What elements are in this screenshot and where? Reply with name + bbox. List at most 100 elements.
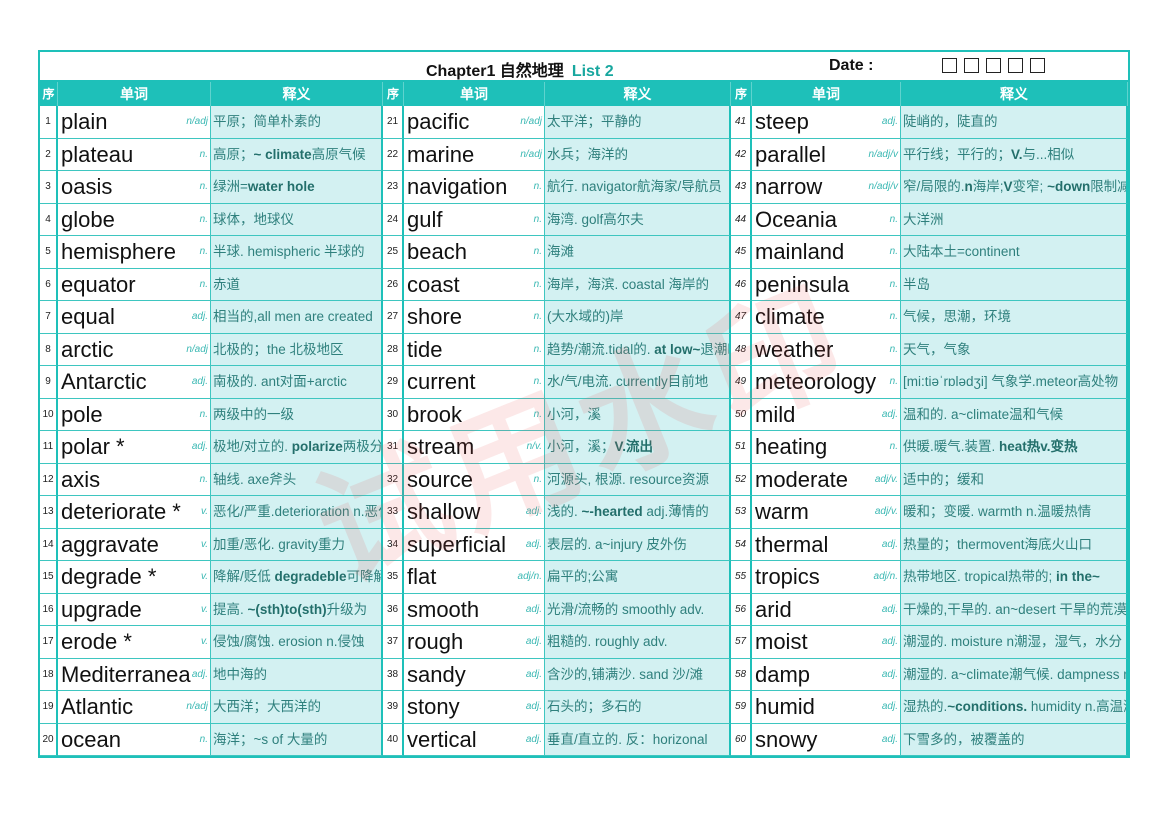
part-of-speech: n/adj/v <box>867 138 898 171</box>
definition-segment: 垂直/直立的. 反：horizonal <box>547 731 708 747</box>
entry-word: stream n/v. <box>404 431 545 464</box>
word-text: shore <box>407 304 463 329</box>
word-text: pacific <box>407 109 470 134</box>
part-of-speech: adj. <box>880 691 898 723</box>
header-def: 释义 <box>545 82 731 106</box>
entry-word: mild adj. <box>752 398 901 431</box>
definition-segment: 海岸，海滨. coastal 海岸的 <box>547 276 710 292</box>
word-text: pole <box>61 401 103 427</box>
part-of-speech: n/adj <box>185 691 208 723</box>
entry-word: shallow adj. <box>404 496 545 529</box>
word-text: polar * <box>61 434 125 459</box>
entry-number: 37 <box>383 626 404 659</box>
definition-segment: 轴线. axe斧头 <box>213 471 297 487</box>
definition-segment: [mi:tiəˈrɒlədʒi] 气象学.meteor高处物 <box>903 374 1119 389</box>
definition-segment: ~ climate <box>253 146 312 162</box>
entry-definition: 海洋；~s of 大量的 <box>211 723 383 756</box>
entry-number: 29 <box>383 366 404 399</box>
part-of-speech: n/v. <box>525 431 542 463</box>
entry-word: polar * adj. <box>58 431 211 464</box>
entry-number: 43 <box>731 171 752 204</box>
entry-number: 32 <box>383 463 404 496</box>
date-checkboxes <box>942 58 1045 73</box>
definition-segment: ~(sth)to(sth) <box>247 601 327 617</box>
date-checkbox[interactable] <box>1008 58 1023 73</box>
part-of-speech: adj. <box>190 431 208 463</box>
entry-word: snowy adj. <box>752 723 901 756</box>
word-text: source <box>407 466 474 492</box>
part-of-speech: v. <box>199 593 208 626</box>
part-of-speech: adj. <box>880 528 898 561</box>
definition-segment: 大洋洲 <box>903 211 944 227</box>
part-of-speech: adj. <box>524 528 542 561</box>
entry-definition: 热带地区. tropical热带的; in the~ <box>901 561 1128 594</box>
entry-word: marine n/adj <box>404 138 545 171</box>
part-of-speech: n. <box>198 398 208 431</box>
entry-definition: 降解/贬低 degradeble可降解 <box>211 561 383 594</box>
entry-definition: 温和的. a~climate温和气候 <box>901 398 1128 431</box>
definition-segment: 北极的；the 北极地区 <box>213 341 344 357</box>
part-of-speech: n/adj <box>519 138 542 171</box>
word-text: smooth <box>407 596 480 622</box>
entry-word: upgrade v. <box>58 593 211 626</box>
date-checkbox[interactable] <box>986 58 1001 73</box>
entry-number: 38 <box>383 658 404 691</box>
entry-word: weather n. <box>752 333 901 366</box>
entry-number: 35 <box>383 561 404 594</box>
entry-number: 21 <box>383 106 404 139</box>
entry-number: 10 <box>40 398 58 431</box>
word-text: axis <box>61 466 101 492</box>
entry-number: 47 <box>731 301 752 334</box>
entry-word: parallel n/adj/v <box>752 138 901 171</box>
entry-number: 42 <box>731 138 752 171</box>
definition-segment: in the~ <box>1056 569 1100 584</box>
entry-definition: 潮湿的. a~climate潮气候. dampness n. <box>901 658 1128 691</box>
entry-number: 44 <box>731 203 752 236</box>
entry-definition: 石头的；多石的 <box>545 691 731 724</box>
date-checkbox[interactable] <box>964 58 979 73</box>
word-text: arctic <box>61 336 114 362</box>
definition-segment: 两级中的一级 <box>213 406 294 422</box>
entry-word: climate n. <box>752 301 901 334</box>
word-text: superficial <box>407 531 507 557</box>
entry-definition: 球体，地球仪 <box>211 203 383 236</box>
entry-word: heating n. <box>752 431 901 464</box>
entry-number: 41 <box>731 106 752 139</box>
entry-word: steep adj. <box>752 106 901 139</box>
definition-segment: 暖和；变暖. warmth n.温暖热情 <box>903 504 1092 519</box>
part-of-speech: adj/v. <box>873 496 898 528</box>
entry-definition: 太平洋；平静的 <box>545 106 731 139</box>
definition-segment: 半岛 <box>903 276 930 292</box>
definition-segment: 表层的. a~injury 皮外伤 <box>547 536 687 552</box>
definition-segment: V.流出 <box>614 439 654 454</box>
title-row: Chapter1 自然地理 List 2 Date : <box>40 52 1128 82</box>
part-of-speech: n. <box>532 268 542 301</box>
entry-word: smooth adj. <box>404 593 545 626</box>
part-of-speech: adj/n. <box>872 561 898 593</box>
word-text: equator <box>61 271 136 297</box>
word-text: narrow <box>755 174 823 199</box>
definition-segment: 太平洋；平静的 <box>547 114 642 129</box>
entry-definition: 大洋洲 <box>901 203 1128 236</box>
definition-segment: 升级为 <box>326 601 368 617</box>
entry-word: aggravate v. <box>58 528 211 561</box>
date-checkbox[interactable] <box>942 58 957 73</box>
word-text: equal <box>61 304 115 329</box>
definition-segment: 航行. navigator航海家/导航员 <box>547 179 722 194</box>
entry-definition: 气候，思潮，环境 <box>901 301 1128 334</box>
definition-segment: 含沙的,铺满沙. sand 沙/滩 <box>547 666 704 682</box>
definition-segment: 两极分化 <box>342 439 383 454</box>
part-of-speech: n. <box>198 463 208 496</box>
word-text: Atlantic <box>61 694 134 719</box>
word-text: moderate <box>755 466 848 492</box>
entry-word: plain n/adj <box>58 106 211 139</box>
entry-definition: 垂直/直立的. 反：horizonal <box>545 723 731 756</box>
part-of-speech: n. <box>532 171 542 203</box>
date-checkbox[interactable] <box>1030 58 1045 73</box>
definition-segment: 潮湿的. moisture n潮湿，湿气，水分 <box>903 634 1123 649</box>
word-text: sandy <box>407 661 466 687</box>
entry-definition: 粗糙的. roughly adv. <box>545 626 731 659</box>
header-def: 释义 <box>901 82 1128 106</box>
entry-word: ocean n. <box>58 723 211 756</box>
definition-segment: V. <box>1011 146 1023 162</box>
